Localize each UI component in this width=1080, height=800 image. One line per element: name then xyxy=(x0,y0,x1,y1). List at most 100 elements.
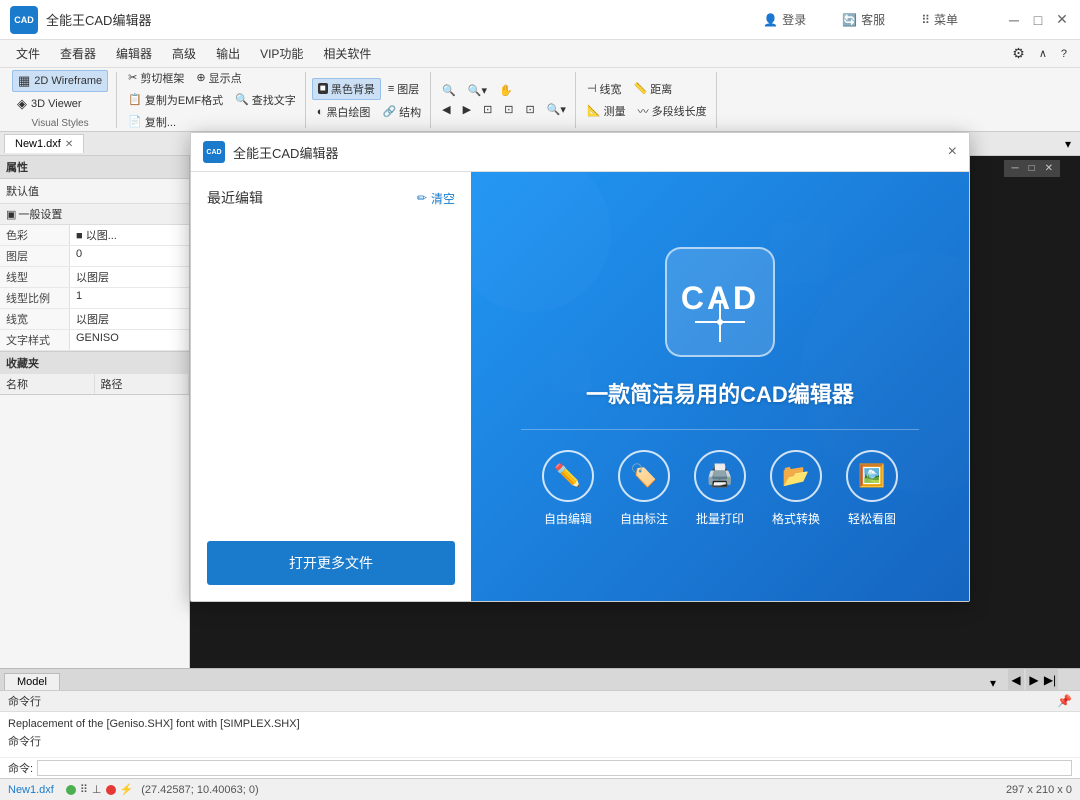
user-icon: 👤 xyxy=(763,13,778,27)
model-scroll-left-button[interactable]: ◀ xyxy=(1008,669,1024,690)
nav-fwd-button[interactable]: ▶ xyxy=(458,101,476,118)
black-bg-button[interactable]: ■ 黑色背景 xyxy=(312,78,381,100)
command-log: Replacement of the [Geniso.SHX] font wit… xyxy=(0,712,1080,757)
clear-button[interactable]: ✏ 清空 xyxy=(417,190,455,207)
sidebar: 属性 默认值 ▣ 一般设置 色彩 ■ 以图... 图层 0 线型 以图层 线型比… xyxy=(0,156,190,668)
command-input-row: 命令: xyxy=(0,757,1080,778)
status-grid-icon: ⠿ xyxy=(80,783,88,796)
nav-more-button[interactable]: ⊡ xyxy=(478,101,497,118)
menu-output[interactable]: 输出 xyxy=(208,42,248,65)
group-expand-icon: ▣ xyxy=(6,208,16,221)
bookmarks-columns: 名称 路径 xyxy=(0,374,189,395)
multiline-icon: 〰 xyxy=(638,103,649,119)
copy3-button[interactable]: 📄 复制... xyxy=(123,112,181,132)
model-scroll-end-button[interactable]: ▶| xyxy=(1042,669,1058,690)
login-button[interactable]: 👤 登录 xyxy=(755,7,814,32)
zoom-in-button[interactable]: 🔍 xyxy=(437,82,461,99)
prop-value-color[interactable]: ■ 以图... xyxy=(70,225,189,245)
command-title: 命令行 xyxy=(8,693,1057,709)
minimize-button[interactable]: ─ xyxy=(1006,12,1022,28)
bg-icon: ■ xyxy=(318,83,328,94)
measure-icon: 📐 xyxy=(587,104,601,117)
canvas-window-controls: ─ □ ✕ xyxy=(1004,160,1060,177)
copy-emf-button[interactable]: 📋 复制为EMF格式 xyxy=(123,90,228,110)
window-controls: ─ □ ✕ xyxy=(1006,12,1070,28)
multiline-len-button[interactable]: 〰 多段线长度 xyxy=(633,101,712,121)
open-more-files-button[interactable]: 打开更多文件 xyxy=(207,541,455,585)
show-point-button[interactable]: ⊕ 显示点 xyxy=(191,68,246,88)
tab-more-button[interactable]: ▾ xyxy=(1060,136,1076,152)
canvas-restore-button[interactable]: □ xyxy=(1026,162,1038,175)
menu-editor[interactable]: 编辑器 xyxy=(108,42,160,65)
structure-button[interactable]: 🔗 结构 xyxy=(377,102,426,122)
nav-more-icon: ⊡ xyxy=(483,103,492,116)
structure-icon: 🔗 xyxy=(382,105,396,118)
tab-dropdown-button[interactable]: ▾ xyxy=(986,676,1000,690)
status-file-name: New1.dxf xyxy=(8,784,54,796)
prop-row-color: 色彩 ■ 以图... xyxy=(0,225,189,246)
model-tab[interactable]: Model xyxy=(4,673,60,690)
menu-button[interactable]: ⠿ 菜单 xyxy=(913,7,966,32)
maximize-button[interactable]: □ xyxy=(1030,12,1046,28)
file-tab[interactable]: New1.dxf ✕ xyxy=(4,134,84,153)
prop-row-layer: 图层 0 xyxy=(0,246,189,267)
menu-advanced[interactable]: 高级 xyxy=(164,42,204,65)
welcome-dialog: CAD 全能王CAD编辑器 × 最近编辑 ✏ 清空 打开更多文件 xyxy=(190,132,970,602)
prop-value-linewidth[interactable]: 以图层 xyxy=(70,309,189,329)
zoom-out2-icon: 🔍▾ xyxy=(547,103,566,116)
command-input[interactable] xyxy=(37,760,1072,776)
canvas-minimize-button[interactable]: ─ xyxy=(1008,162,1021,175)
3d-viewer-button[interactable]: ◈ 3D Viewer xyxy=(12,94,108,114)
menu-viewer[interactable]: 查看器 xyxy=(52,42,104,65)
black-white-button[interactable]: ◐ 黑白绘图 xyxy=(312,102,376,122)
view-section: ■ 黑色背景 ≡ 图层 ◐ 黑白绘图 🔗 结构 xyxy=(308,72,431,128)
app-logo-icon: CAD xyxy=(10,6,38,34)
prop-value-textstyle[interactable]: GENISO xyxy=(70,330,189,350)
dialog-close-button[interactable]: × xyxy=(948,143,957,161)
crosshair-dot xyxy=(717,319,723,325)
nav4-icon: ⊡ xyxy=(504,103,513,116)
menu-related[interactable]: 相关软件 xyxy=(315,42,379,65)
background-decoration xyxy=(471,172,969,601)
toolbar: ▦ 2D Wireframe ◈ 3D Viewer Visual Styles… xyxy=(0,68,1080,132)
recent-header: 最近编辑 ✏ 清空 xyxy=(207,188,455,208)
zoom-dd-button[interactable]: 🔍▾ xyxy=(463,82,492,99)
2d-wireframe-button[interactable]: ▦ 2D Wireframe xyxy=(12,70,108,92)
prop-value-ltscale[interactable]: 1 xyxy=(70,288,189,308)
model-scroll-right-button[interactable]: ▶ xyxy=(1026,669,1042,690)
toolbar-right-2[interactable]: ∧ xyxy=(1034,45,1052,62)
nav5-icon: ⊡ xyxy=(526,103,535,116)
prop-value-layer[interactable]: 0 xyxy=(70,246,189,266)
cut-frame-button[interactable]: ✂ 剪切框架 xyxy=(123,68,189,88)
zoom-out2-button[interactable]: 🔍▾ xyxy=(542,101,571,118)
nav-4-button[interactable]: ⊡ xyxy=(499,101,518,118)
distance-button[interactable]: 📏 距离 xyxy=(629,79,678,99)
menu-file[interactable]: 文件 xyxy=(8,42,48,65)
pan-button[interactable]: ✋ xyxy=(494,82,518,99)
visual-styles-section: ▦ 2D Wireframe ◈ 3D Viewer Visual Styles xyxy=(8,72,117,128)
layer-button[interactable]: ≡ 图层 xyxy=(383,79,424,99)
prop-label-linewidth: 线宽 xyxy=(0,309,70,329)
prop-value-linetype[interactable]: 以图层 xyxy=(70,267,189,287)
measure-button[interactable]: 📐 测量 xyxy=(582,101,631,121)
tab-close-button[interactable]: ✕ xyxy=(65,139,73,150)
nav-back-button[interactable]: ◀ xyxy=(437,101,455,118)
pan-zoom-section: 🔍 🔍▾ ✋ ◀ ▶ ⊡ ⊡ ⊡ 🔍▾ xyxy=(433,72,576,128)
menu-vip[interactable]: VIP功能 xyxy=(252,42,311,65)
find-text-button[interactable]: 🔍 查找文字 xyxy=(230,90,301,110)
status-size: 297 x 210 x 0 xyxy=(1006,784,1072,796)
refresh-icon: 🔄 xyxy=(842,13,857,27)
copy-icon: 📋 xyxy=(128,93,142,106)
toolbar-right-3[interactable]: ? xyxy=(1056,46,1072,62)
pin-icon[interactable]: 📌 xyxy=(1057,694,1072,708)
sidebar-default-label: 默认值 xyxy=(0,179,189,204)
linewidth-button[interactable]: ⊣ 线宽 xyxy=(582,79,627,99)
visual-styles-label: Visual Styles xyxy=(12,116,108,129)
toolbar-right-1[interactable]: ⚙ xyxy=(1007,43,1030,64)
prop-row-linetype: 线型 以图层 xyxy=(0,267,189,288)
canvas-close-button[interactable]: ✕ xyxy=(1042,162,1056,175)
service-button[interactable]: 🔄 客服 xyxy=(834,7,893,32)
nav-5-button[interactable]: ⊡ xyxy=(521,101,540,118)
close-button[interactable]: ✕ xyxy=(1054,12,1070,28)
status-red-indicator xyxy=(106,785,116,795)
